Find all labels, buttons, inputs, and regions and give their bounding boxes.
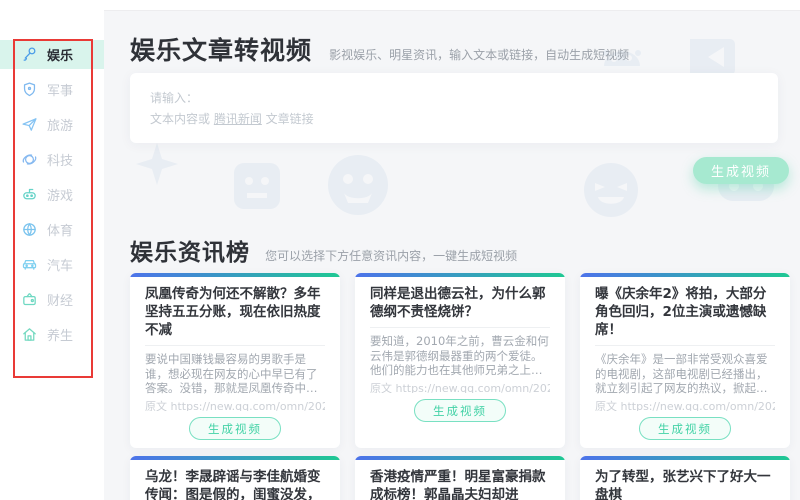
news-card: 香港疫情严重！明星富豪捐款成标榜！郭晶晶夫妇却进了“通报名单” 香港如今面临着疫… [355, 456, 565, 500]
card-title: 为了转型，张艺兴下了好大一盘棋 [595, 468, 775, 500]
feed-header: 娱乐资讯榜 您可以选择下方任意资讯内容，一键生成短视频 [130, 233, 517, 267]
watermark-laughing-face-icon [582, 161, 640, 219]
page-title: 娱乐文章转视频 [130, 36, 312, 65]
news-card: 凤凰传奇为何还不解散？多年坚持五五分账，现在依旧热度不减 要说中国赚钱最容易的男… [130, 273, 340, 448]
input-placeholder-line1: 请输入： [150, 88, 758, 109]
article-to-video-page: { "colors": { "accent_blue": "#4d73ea", … [0, 0, 800, 500]
card-title: 香港疫情严重！明星富豪捐款成标榜！郭晶晶夫妇却进了“通报名单” [370, 468, 550, 500]
paper-plane-icon [21, 116, 38, 133]
card-generate-video-button[interactable]: 生成视频 [639, 417, 731, 440]
card-source-link[interactable]: 原文 https://new.qq.com/omn/20220225/20220… [595, 398, 775, 411]
planet-icon [21, 151, 38, 168]
watermark-video-camera-icon [688, 37, 744, 77]
home-icon [21, 326, 38, 343]
sidebar-item-cars[interactable]: 汽车 [0, 250, 104, 279]
news-card: 乌龙！李晟辟谣与李佳航婚变传闻：图是假的，闺蜜没发，感情很好 2月28日下午，演… [130, 456, 340, 500]
sidebar-item-games[interactable]: 游戏 [0, 180, 104, 209]
card-summary: 要说中国赚钱最容易的男歌手是谁，想必现在网友的心中早已有了答案。没错，那就是凤凰… [145, 352, 325, 395]
sidebar-nav-list: 娱乐 军事 旅游 科技 游戏 体育 汽车 财经 养生 [0, 10, 104, 349]
news-card: 同样是退出德云社，为什么郭德纲不责怪烧饼？ 要知道，2010年之前，曹云金和何云… [355, 273, 565, 448]
card-generate-video-button[interactable]: 生成视频 [414, 399, 506, 422]
card-title: 同样是退出德云社，为什么郭德纲不责怪烧饼？ [370, 285, 550, 321]
source-link-label: 原文 [595, 400, 617, 411]
card-title: 乌龙！李晟辟谣与李佳航婚变传闻：图是假的，闺蜜没发，感情很好 [145, 468, 325, 500]
microphone-icon [21, 46, 38, 63]
divider [145, 345, 325, 346]
watermark-square-face-icon [232, 161, 282, 211]
source-link-label: 原文 [370, 382, 392, 393]
input-placeholder-line2: 文本内容或 腾讯新闻 文章链接 [150, 109, 758, 130]
watermark-smiley-icon [326, 153, 390, 217]
source-link-url: https://new.qq.com/omn/20220224/20220224… [171, 400, 326, 411]
basketball-icon [21, 221, 38, 238]
category-sidebar: 娱乐 军事 旅游 科技 游戏 体育 汽车 财经 养生 [0, 10, 104, 500]
sidebar-item-health[interactable]: 养生 [0, 320, 104, 349]
watermark-sparkle-icon [134, 141, 180, 187]
divider [595, 345, 775, 346]
news-card: 曝《庆余年2》将拍，大部分角色回归，2位主演或遗憾缺席！ 《庆余年》是一部非常受… [580, 273, 790, 448]
feed-title: 娱乐资讯榜 [130, 240, 250, 266]
divider [370, 327, 550, 328]
page-subtitle: 影视娱乐、明星资讯，输入文本或链接，自动生成短视频 [329, 48, 629, 62]
tv-icon [21, 291, 38, 308]
sidebar-item-travel[interactable]: 旅游 [0, 110, 104, 139]
generate-video-button[interactable]: 生成视频 [693, 157, 789, 184]
source-link-url: https://new.qq.com/omn/20220224/20220224… [396, 382, 551, 393]
card-summary: 《庆余年》是一部非常受观众喜爱的电视剧，这部电视剧已经播出，就立刻引起了网友的热… [595, 352, 775, 395]
source-link-url: https://new.qq.com/omn/20220225/20220225… [621, 400, 776, 411]
news-card-grid: 凤凰传奇为何还不解散？多年坚持五五分账，现在依旧热度不减 要说中国赚钱最容易的男… [130, 273, 790, 500]
car-icon [21, 256, 38, 273]
feed-subtitle: 您可以选择下方任意资讯内容，一键生成短视频 [265, 249, 517, 263]
card-source-link[interactable]: 原文 https://new.qq.com/omn/20220224/20220… [370, 380, 550, 393]
card-title: 凤凰传奇为何还不解散？多年坚持五五分账，现在依旧热度不减 [145, 285, 325, 339]
shield-icon [21, 81, 38, 98]
sidebar-item-military[interactable]: 军事 [0, 75, 104, 104]
sidebar-item-sports[interactable]: 体育 [0, 215, 104, 244]
news-card: 为了转型，张艺兴下了好大一盘棋 “归国四子”中，现在发展比较稳妥的无疑是张艺兴，… [580, 456, 790, 500]
sidebar-item-finance[interactable]: 财经 [0, 285, 104, 314]
card-title: 曝《庆余年2》将拍，大部分角色回归，2位主演或遗憾缺席！ [595, 285, 775, 339]
card-summary: 要知道，2010年之前，曹云金和何云伟是郭德纲最器重的两个爱徒。他们的能力也在其… [370, 334, 550, 377]
card-source-link[interactable]: 原文 https://new.qq.com/omn/20220224/20220… [145, 398, 325, 411]
gamepad-icon [21, 186, 38, 203]
source-link-label: 原文 [145, 400, 167, 411]
article-input-area[interactable]: 请输入： 文本内容或 腾讯新闻 文章链接 [130, 73, 778, 143]
tencent-news-link[interactable]: 腾讯新闻 [214, 112, 262, 126]
sidebar-item-entertainment[interactable]: 娱乐 [0, 40, 104, 69]
main-content: 娱乐文章转视频 影视娱乐、明星资讯，输入文本或链接，自动生成短视频 请输入： 文… [104, 10, 800, 500]
sidebar-item-tech[interactable]: 科技 [0, 145, 104, 174]
card-generate-video-button[interactable]: 生成视频 [189, 417, 281, 440]
page-header: 娱乐文章转视频 影视娱乐、明星资讯，输入文本或链接，自动生成短视频 [130, 31, 629, 67]
